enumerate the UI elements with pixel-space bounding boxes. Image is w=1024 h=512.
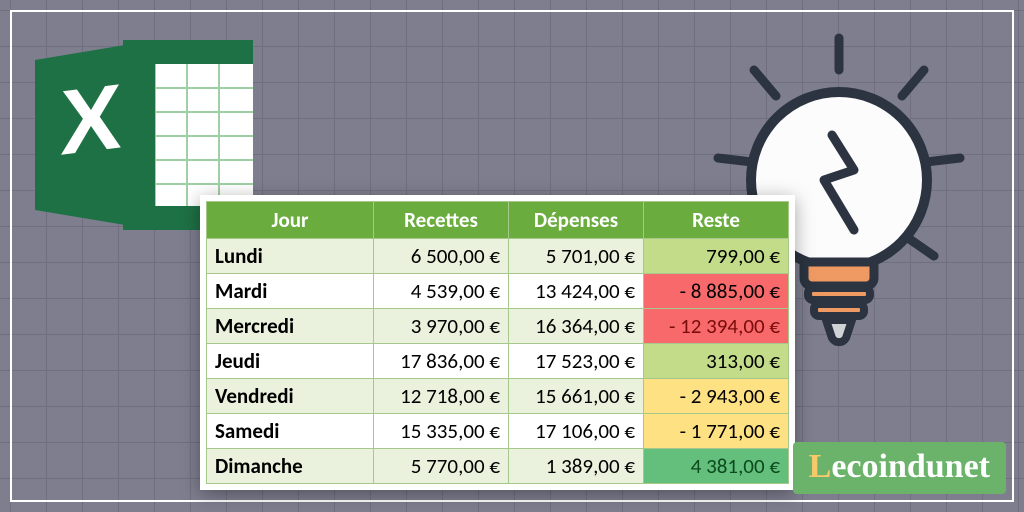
brand-logo: Lecoindunet: [793, 442, 1006, 494]
logo-accent: L: [809, 448, 832, 485]
cell-day: Samedi: [207, 414, 374, 449]
cell-depenses: 16 364,00 €: [509, 309, 644, 344]
cell-recettes: 4 539,00 €: [374, 274, 509, 309]
cell-day: Jeudi: [207, 344, 374, 379]
cell-day: Mercredi: [207, 309, 374, 344]
logo-rest: ecoindunet: [831, 448, 990, 485]
svg-text:X: X: [60, 64, 121, 175]
cell-reste: - 8 885,00 €: [644, 274, 789, 309]
table-row: Dimanche5 770,00 €1 389,00 €4 381,00 €: [207, 449, 789, 484]
cell-recettes: 17 836,00 €: [374, 344, 509, 379]
table-row: Vendredi12 718,00 €15 661,00 €- 2 943,00…: [207, 379, 789, 414]
cell-day: Dimanche: [207, 449, 374, 484]
spreadsheet-table: Jour Recettes Dépenses Reste Lundi6 500,…: [200, 195, 795, 490]
col-reste: Reste: [644, 202, 789, 239]
table-row: Mardi4 539,00 €13 424,00 €- 8 885,00 €: [207, 274, 789, 309]
cell-recettes: 12 718,00 €: [374, 379, 509, 414]
table-row: Jeudi17 836,00 €17 523,00 €313,00 €: [207, 344, 789, 379]
table-row: Mercredi3 970,00 €16 364,00 €- 12 394,00…: [207, 309, 789, 344]
cell-recettes: 3 970,00 €: [374, 309, 509, 344]
cell-day: Lundi: [207, 239, 374, 274]
cell-depenses: 1 389,00 €: [509, 449, 644, 484]
cell-recettes: 6 500,00 €: [374, 239, 509, 274]
col-recettes: Recettes: [374, 202, 509, 239]
cell-reste: 4 381,00 €: [644, 449, 789, 484]
cell-reste: 799,00 €: [644, 239, 789, 274]
cell-depenses: 13 424,00 €: [509, 274, 644, 309]
cell-day: Vendredi: [207, 379, 374, 414]
cell-depenses: 5 701,00 €: [509, 239, 644, 274]
table-row: Samedi15 335,00 €17 106,00 €- 1 771,00 €: [207, 414, 789, 449]
cell-depenses: 15 661,00 €: [509, 379, 644, 414]
cell-reste: - 1 771,00 €: [644, 414, 789, 449]
col-depenses: Dépenses: [509, 202, 644, 239]
col-jour: Jour: [207, 202, 374, 239]
table-header-row: Jour Recettes Dépenses Reste: [207, 202, 789, 239]
cell-reste: - 2 943,00 €: [644, 379, 789, 414]
cell-reste: - 12 394,00 €: [644, 309, 789, 344]
cell-reste: 313,00 €: [644, 344, 789, 379]
cell-day: Mardi: [207, 274, 374, 309]
table-row: Lundi6 500,00 €5 701,00 €799,00 €: [207, 239, 789, 274]
cell-depenses: 17 523,00 €: [509, 344, 644, 379]
cell-recettes: 5 770,00 €: [374, 449, 509, 484]
cell-depenses: 17 106,00 €: [509, 414, 644, 449]
cell-recettes: 15 335,00 €: [374, 414, 509, 449]
